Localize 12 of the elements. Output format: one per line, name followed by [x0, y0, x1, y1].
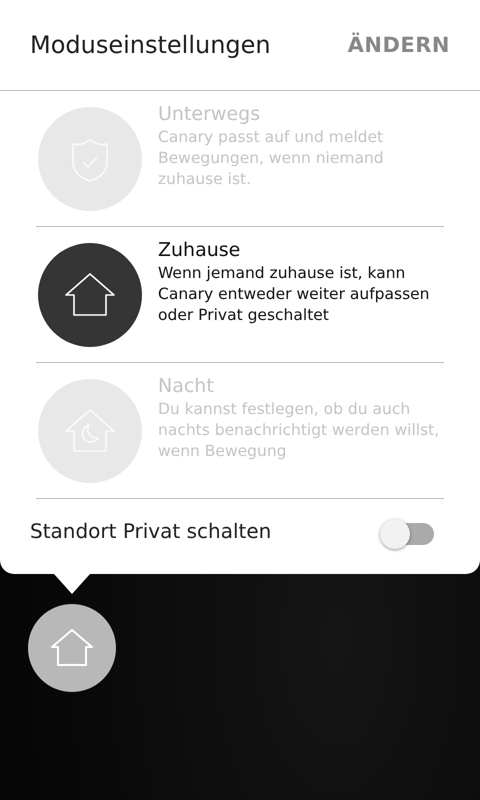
mode-description: Wenn jemand zuhause ist, kann Canary entweder weiter aufpassen oder Privat geschaltet: [158, 263, 430, 326]
mode-title: Unterwegs: [158, 103, 262, 125]
mode-description: Du kannst festlegen, ob du auch nachts benachrichtigt werden willst, wenn Bewegung: [158, 399, 440, 462]
mode-title: Nacht: [158, 375, 215, 397]
mode-option[interactable]: Zuhause Wenn jemand zuhause ist, kann Canary entweder weiter aufpassen oder Privat geschaltet: [36, 227, 444, 363]
privacy-label: Standort Privat schalten: [30, 518, 272, 542]
panel-title: Moduseinstellungen: [30, 31, 271, 59]
house-icon: [38, 242, 142, 346]
mode-title: Zuhause: [158, 239, 242, 261]
mode-description: Canary passt auf und meldet Bewegungen, wenn niemand zuhause ist.: [158, 127, 385, 190]
change-button[interactable]: ÄNDERN: [348, 29, 450, 61]
mode-button[interactable]: [28, 604, 116, 692]
